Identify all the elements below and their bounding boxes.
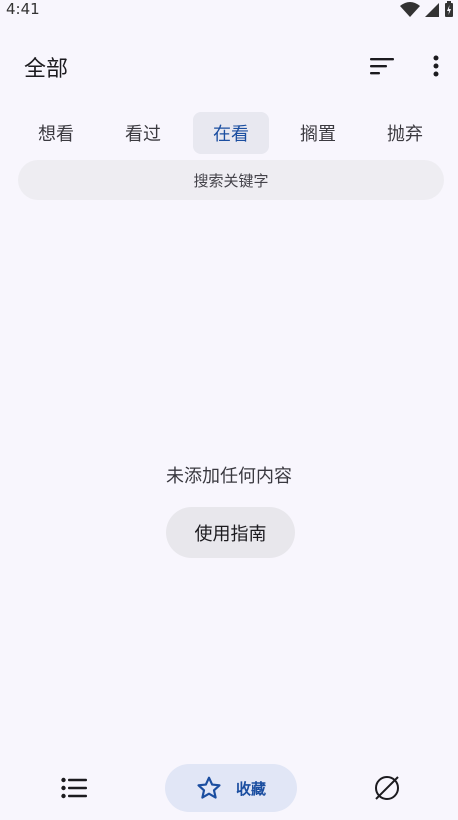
signal-icon (425, 2, 439, 17)
status-icons (400, 1, 454, 18)
tab-watching[interactable]: 在看 (193, 112, 269, 154)
more-options-button[interactable] (416, 46, 456, 86)
tab-dropped[interactable]: 抛弃 (367, 112, 443, 154)
nav-label-favorites: 收藏 (235, 779, 266, 798)
tab-label: 搁置 (300, 124, 336, 145)
status-time: 4:41 (6, 0, 40, 18)
search-placeholder: 搜索关键字 (193, 171, 269, 190)
tab-label: 想看 (38, 124, 74, 145)
user-guide-button[interactable]: 使用指南 (166, 507, 295, 558)
status-tabs: 想看 看过 在看 搁置 抛弃 (0, 112, 458, 154)
nav-item-list[interactable] (50, 764, 98, 812)
bottom-navigation: 收藏 (0, 756, 458, 820)
empty-state-message: 未添加任何内容 (166, 466, 292, 487)
sort-icon (370, 58, 394, 75)
wifi-icon (400, 1, 420, 17)
tab-label: 看过 (125, 124, 161, 145)
tab-label: 在看 (213, 124, 249, 145)
list-icon (61, 777, 87, 799)
tab-label: 抛弃 (387, 124, 423, 145)
app-bar: 全部 (0, 40, 458, 92)
tab-on-hold[interactable]: 搁置 (280, 112, 356, 154)
more-vert-icon (433, 55, 439, 77)
status-bar: 4:41 (0, 0, 458, 22)
sort-button[interactable] (362, 46, 402, 86)
page-title: 全部 (24, 57, 69, 82)
tab-watched[interactable]: 看过 (105, 112, 181, 154)
star-icon (197, 776, 221, 799)
planet-icon (375, 776, 399, 800)
nav-item-explore[interactable] (363, 764, 411, 812)
battery-icon (445, 1, 453, 17)
tab-want-to-watch[interactable]: 想看 (18, 112, 94, 154)
nav-item-favorites[interactable]: 收藏 (165, 764, 297, 812)
search-input[interactable]: 搜索关键字 (18, 160, 444, 200)
user-guide-label: 使用指南 (194, 523, 267, 545)
